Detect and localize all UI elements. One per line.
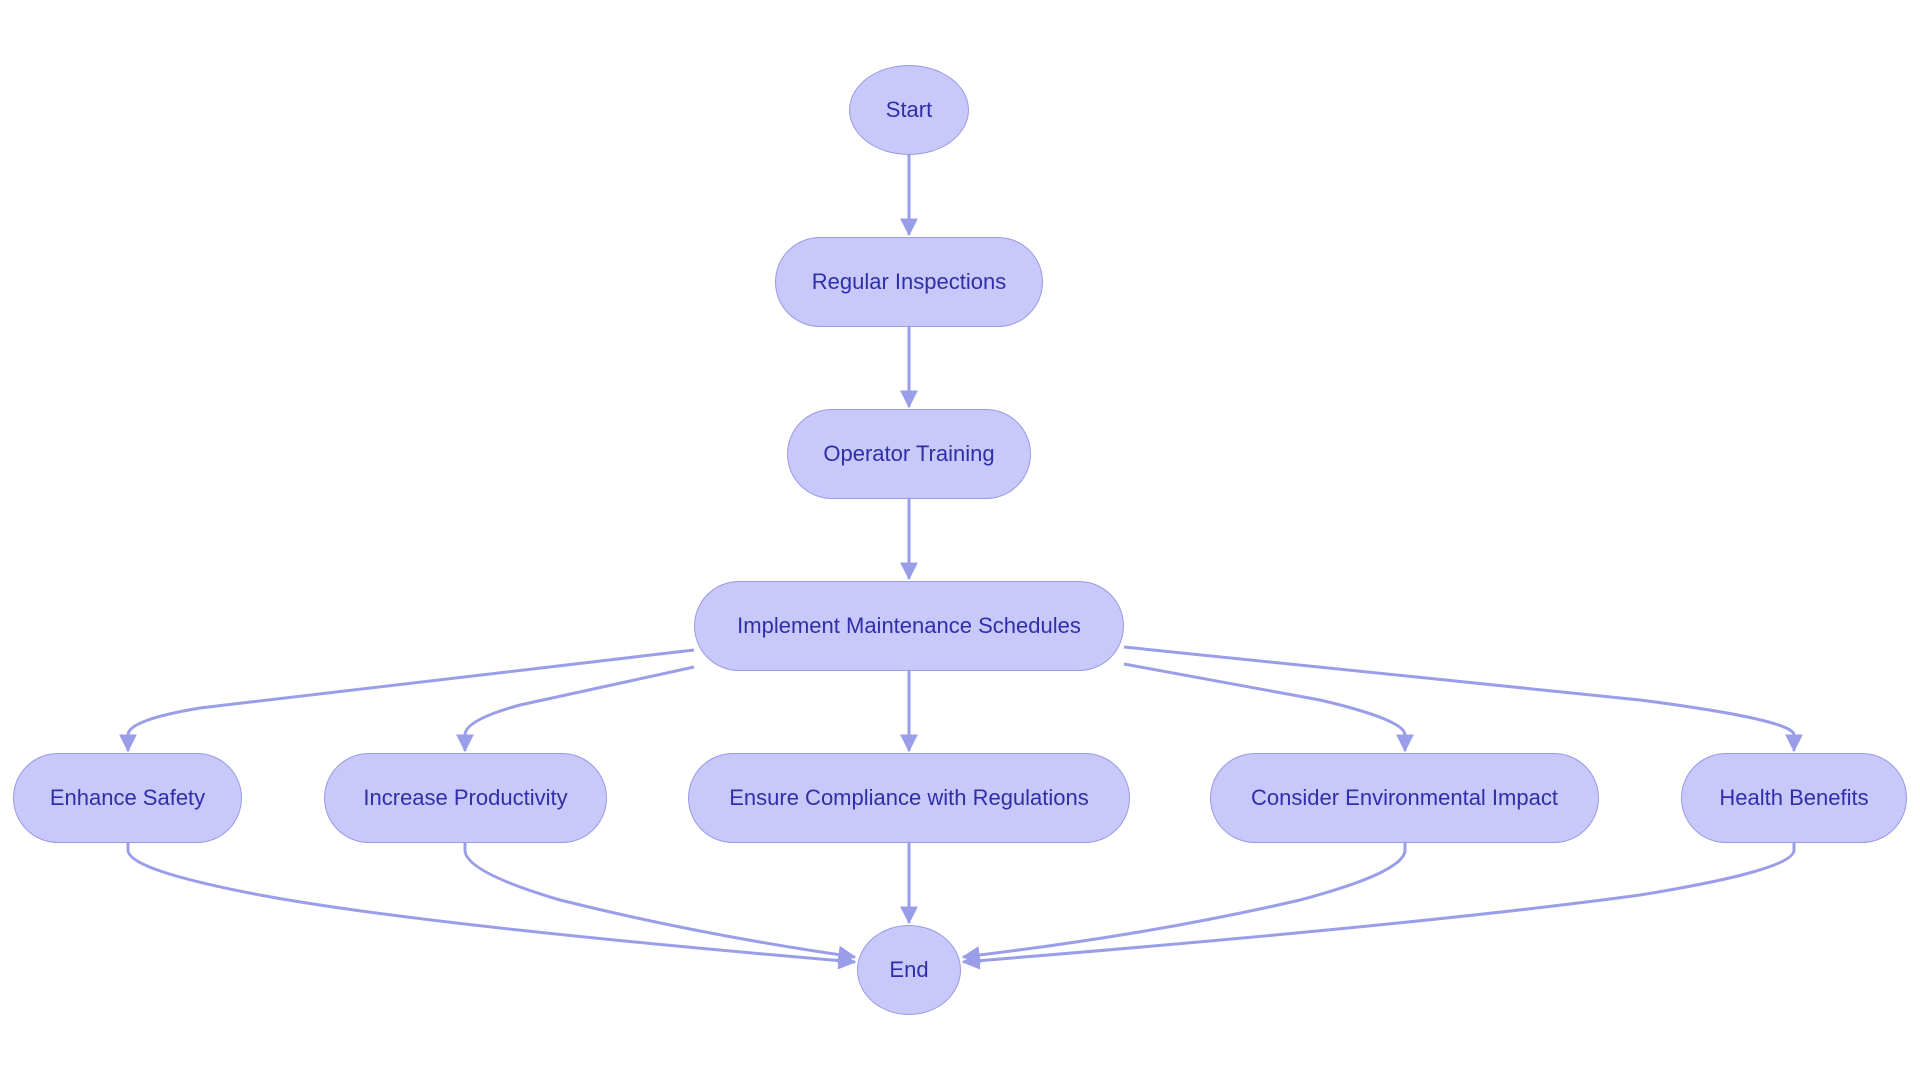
edge-health-benefits-to-end xyxy=(961,843,1796,970)
node-increase-productivity-label: Increase Productivity xyxy=(363,785,568,810)
node-operator-training: Operator Training xyxy=(787,409,1031,499)
edge-environmental-impact-to-end xyxy=(961,843,1407,964)
node-consider-environmental-impact: Consider Environmental Impact xyxy=(1210,753,1599,843)
edge-enhance-safety-to-end xyxy=(126,843,857,970)
node-implement-maintenance-schedules: Implement Maintenance Schedules xyxy=(694,581,1124,671)
node-regular-inspections: Regular Inspections xyxy=(775,237,1043,327)
node-regular-inspections-label: Regular Inspections xyxy=(811,269,1007,294)
node-end-label: End xyxy=(889,957,929,982)
node-start: Start xyxy=(849,65,969,155)
edge-implement-to-increase-productivity xyxy=(456,665,695,753)
node-consider-environmental-impact-label: Consider Environmental Impact xyxy=(1251,785,1558,810)
node-health-benefits: Health Benefits xyxy=(1681,753,1907,843)
edge-implement-to-environmental-impact xyxy=(1123,662,1414,753)
node-health-benefits-label: Health Benefits xyxy=(1719,785,1869,810)
node-increase-productivity: Increase Productivity xyxy=(324,753,607,843)
edges-layer xyxy=(119,155,1803,970)
node-end: End xyxy=(857,925,961,1015)
node-start-label: Start xyxy=(885,97,933,122)
node-implement-maintenance-schedules-label: Implement Maintenance Schedules xyxy=(737,613,1081,638)
node-ensure-compliance: Ensure Compliance with Regulations xyxy=(688,753,1130,843)
node-operator-training-label: Operator Training xyxy=(823,441,995,466)
node-enhance-safety: Enhance Safety xyxy=(13,753,242,843)
edge-implement-to-health-benefits xyxy=(1123,645,1803,753)
node-enhance-safety-label: Enhance Safety xyxy=(49,785,206,810)
edge-increase-productivity-to-end xyxy=(463,843,857,964)
edge-implement-to-enhance-safety xyxy=(119,648,695,753)
node-ensure-compliance-label: Ensure Compliance with Regulations xyxy=(729,785,1089,810)
